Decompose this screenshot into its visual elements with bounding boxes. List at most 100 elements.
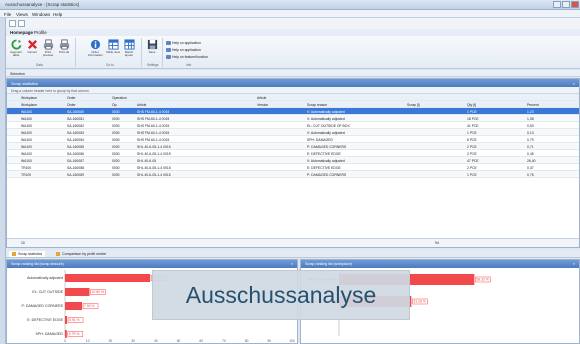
close-icon[interactable]: × <box>291 262 293 266</box>
menu-bar: File Views Windows Help <box>0 10 580 18</box>
table-row[interactable]: WA100 SA-160082 0030 SHS FM-60-1-4 0015 EL: … <box>7 122 579 129</box>
table-cell: V: Automatically adjusted <box>307 109 345 114</box>
close-button[interactable] <box>571 1 579 8</box>
help-feature-link[interactable]: Help on feature/function <box>166 55 208 59</box>
table-row[interactable]: WA100 SA-160081 0030 SHS FM-60-1-4 0015 V: A… <box>7 115 579 122</box>
column-header[interactable]: Workplace <box>21 103 37 107</box>
menu-file[interactable]: File <box>4 12 11 17</box>
chart-bar <box>65 316 68 324</box>
group-separator <box>162 38 163 67</box>
table-row[interactable]: WA100 SA-160086 0030 SHL 40-6-05-1-4 0015 E:… <box>7 150 579 157</box>
table-row[interactable]: WA100 SA-160087 0030 SHL 40-6-05 V: Automati… <box>7 157 579 164</box>
table-cell: 0030 <box>112 144 120 149</box>
save-icon <box>147 39 157 50</box>
table-cell: 0030 <box>112 109 120 114</box>
table-cell: 2 PCE <box>467 165 477 170</box>
x-tick-label: 60 <box>199 339 203 343</box>
x-tick-label: 50 <box>177 339 181 343</box>
table-cell: 0030 <box>112 151 120 156</box>
table-row[interactable]: WA100 SA-160080 0030 SHS FM-60-1-4 0015 V: A… <box>7 108 579 115</box>
footer-total: 94 <box>435 241 439 245</box>
group-label-goto: Go to <box>106 63 114 67</box>
quick-save-icon[interactable] <box>18 20 25 27</box>
table-cell: 0030 <box>112 123 120 128</box>
close-icon[interactable]: × <box>573 262 575 266</box>
category-label: P: DAMAGED CORNERS <box>21 304 63 308</box>
help-application-link-2[interactable]: Help on application <box>166 48 201 52</box>
menu-help[interactable]: Help <box>53 12 62 17</box>
column-header[interactable]: Order <box>67 103 76 107</box>
column-header[interactable]: Percent <box>527 103 539 107</box>
table-row[interactable]: TR100 SA-160089 0030 SHL 40-6-05-1-4 0015 P:… <box>7 171 579 178</box>
menu-windows[interactable]: Windows <box>32 12 50 17</box>
chart-bar <box>65 330 67 338</box>
print-all-button[interactable]: Print all <box>57 39 71 54</box>
column-header[interactable]: Op. <box>112 103 117 107</box>
tab-profile[interactable]: Profile <box>34 30 47 35</box>
band-header-row: Workplace Order Operation Article <box>7 94 579 101</box>
help-icon <box>166 48 171 52</box>
table-cell: SHL 40-6-05-1-4 0015 <box>137 165 171 170</box>
band-order[interactable]: Order <box>67 96 76 100</box>
x-tick-label: 80 <box>245 339 249 343</box>
print-preview-button[interactable]: Print preview <box>41 39 55 57</box>
column-header[interactable]: Qty [t] <box>467 103 476 107</box>
table-cell: 0030 <box>112 116 120 121</box>
group-label-settings: Settings <box>147 63 159 67</box>
group-by-area[interactable]: Drag a column header here to group by th… <box>7 87 579 94</box>
data-label: 0.79 % <box>69 332 80 336</box>
table-cell: SA-160082 <box>67 123 84 128</box>
scrap-statistics-panel: Scrap statistics × Drag a column header … <box>6 78 580 248</box>
window-title: Ausschussanalyse - [Scrap statistics] <box>5 2 80 7</box>
table-row[interactable]: WA100 SA-160084 0030 SHS FM-60-1-4 0015 SPH:… <box>7 136 579 143</box>
table-row[interactable]: WA100 SA-160083 0030 SHS FM-60-1-4 0015 V: A… <box>7 129 579 136</box>
column-header[interactable]: Scrap [t] <box>407 103 420 107</box>
augment-button[interactable]: Augment table <box>9 39 23 57</box>
category-label: Automatically adjusted <box>27 276 63 280</box>
table-row[interactable]: WA100 SA-160085 0030 SHL 40-6-05-1-4 0015 P:… <box>7 143 579 150</box>
data-label: 7.50 % <box>84 304 95 308</box>
table-row[interactable]: TR100 SA-160088 0030 SHL 40-6-05-1-4 0015 E:… <box>7 164 579 171</box>
caption-overlay: Ausschussanalyse <box>152 270 410 320</box>
table-cell: 2 PCE <box>467 151 477 156</box>
print-icon <box>59 39 69 50</box>
data-label: 0.91 % <box>69 318 80 322</box>
table-cell: SHS FM-60-1-4 0015 <box>137 130 170 135</box>
table-view-button[interactable]: Table view <box>106 39 120 54</box>
tab-comparison[interactable]: Comparison by profit centre <box>53 251 109 257</box>
table-cell: SA-160089 <box>67 172 84 177</box>
minimize-button[interactable] <box>553 1 561 8</box>
table-cell: 1 PCE <box>467 109 477 114</box>
column-header[interactable]: Scrap reason <box>307 103 327 107</box>
tab-homepage[interactable]: Homepage <box>10 30 33 35</box>
help-application-link[interactable]: Help on application <box>166 41 201 45</box>
cancel-button[interactable]: Cancel <box>25 39 39 54</box>
selection-bar[interactable]: Selection <box>6 70 580 77</box>
close-icon[interactable]: × <box>573 81 575 86</box>
chart-title: Scrap ranking list (workplace) <box>305 262 353 266</box>
data-label: 31.18 % <box>413 300 425 304</box>
matrix-layout-button[interactable]: Matrix layout <box>122 39 136 57</box>
table-cell: WA100 <box>21 123 32 128</box>
group-separator <box>75 38 76 67</box>
group-label-data: Data <box>36 63 43 67</box>
table-cell: WA100 <box>21 144 32 149</box>
column-header[interactable]: Article <box>137 103 146 107</box>
x-tick-label: 10 <box>86 339 90 343</box>
table-cell: SHL 40-6-05 <box>137 158 157 163</box>
column-header[interactable]: Version <box>257 103 268 107</box>
maximize-button[interactable] <box>562 1 570 8</box>
band-workplace[interactable]: Workplace <box>21 96 37 100</box>
table-cell: E: DEFECTIVE EDGE <box>307 151 341 156</box>
table-cell: 1 PCE <box>467 172 477 177</box>
band-article[interactable]: Article <box>257 96 266 100</box>
quick-refresh-icon[interactable] <box>9 20 16 27</box>
band-operation[interactable]: Operation <box>112 96 127 100</box>
save-button[interactable]: Save <box>145 39 159 54</box>
menu-views[interactable]: Views <box>16 12 28 17</box>
table-cell: SHL 40-6-05-1-4 0015 <box>137 172 171 177</box>
table-cell: 0,45 <box>527 151 534 156</box>
tab-scrap-statistics[interactable]: Scrap statistics <box>9 251 46 257</box>
order-information-button[interactable]: Order information <box>88 39 103 57</box>
table-cell: TR100 <box>21 172 32 177</box>
